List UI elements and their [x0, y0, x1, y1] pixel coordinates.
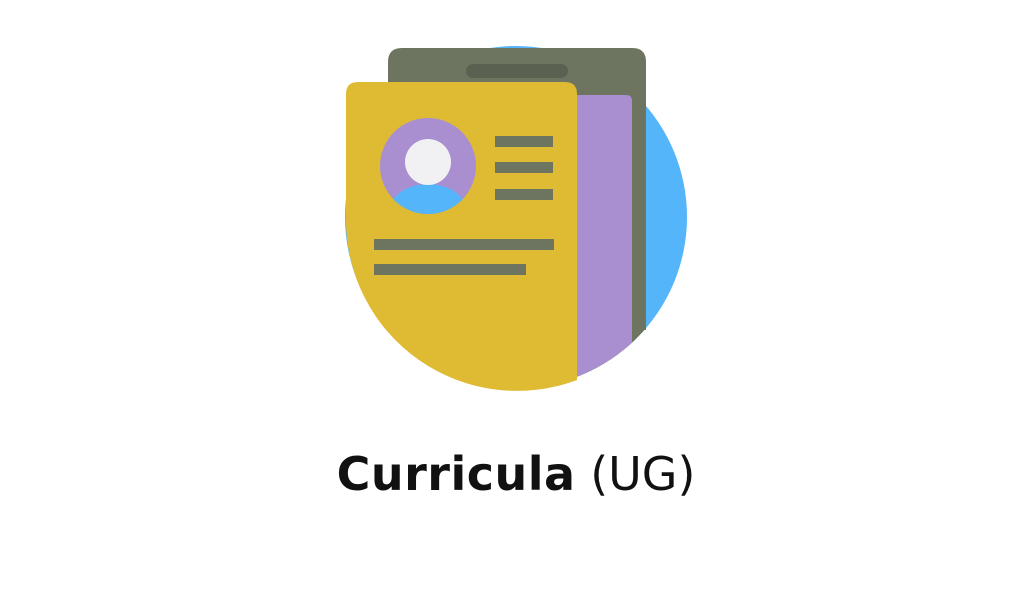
text-line: [495, 136, 553, 147]
avatar-head: [405, 139, 451, 185]
text-line: [374, 239, 554, 250]
tile[interactable]: Curricula (UG): [0, 0, 1032, 599]
tile-caption[interactable]: Curricula (UG): [0, 436, 1032, 512]
text-line: [374, 264, 526, 275]
caption-main: Curricula: [336, 447, 576, 501]
caption-suffix: (UG): [590, 447, 696, 501]
text-line: [495, 189, 553, 200]
back-sheet-slot: [466, 64, 568, 78]
icon-container: [0, 0, 1032, 420]
curriculum-document-icon: [345, 46, 687, 391]
text-line: [495, 162, 553, 173]
front-sheet: [345, 82, 577, 391]
